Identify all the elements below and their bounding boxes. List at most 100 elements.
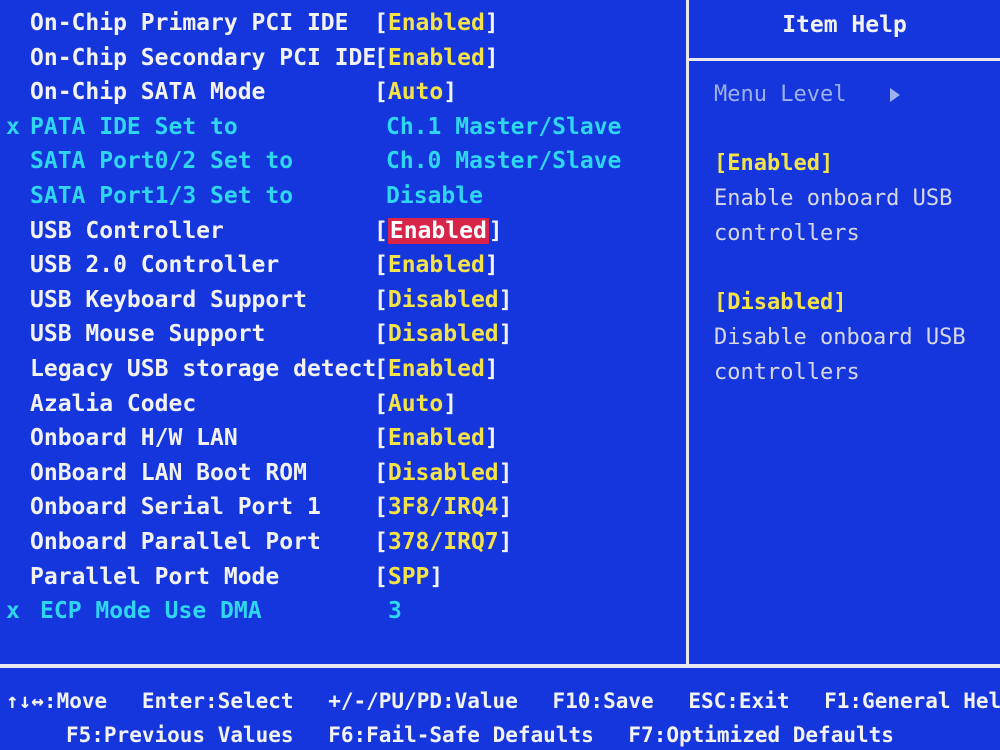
setting-row[interactable]: OnBoard LAN Boot ROM [Disabled] [0, 456, 686, 491]
bracket-left: [ [374, 390, 388, 417]
setting-row[interactable]: Onboard Parallel Port [378/IRQ7] [0, 525, 686, 560]
help-option: [Disabled] [714, 290, 847, 315]
setting-value-text[interactable]: Auto [388, 391, 443, 417]
setting-label: SATA Port1/3 Set to [30, 182, 294, 209]
bracket-left: [ [374, 459, 388, 486]
setting-value[interactable]: [Enabled] [374, 214, 503, 248]
setting-value[interactable]: [3F8/IRQ4] [374, 490, 513, 524]
setting-disabled-marker: x [6, 598, 20, 625]
setting-disabled-marker: x [6, 113, 20, 140]
setting-value-selected[interactable]: Enabled [387, 217, 489, 244]
setting-row[interactable]: Onboard Serial Port 1 [3F8/IRQ4] [0, 490, 686, 525]
setting-value[interactable]: [Enabled] [374, 248, 499, 282]
key-exit: ESC:Exit [688, 689, 790, 713]
setting-value: 3 [388, 598, 402, 625]
setting-value-text[interactable]: Enabled [388, 356, 485, 382]
setting-label: Azalia Codec [30, 390, 197, 417]
setting-label: Onboard Serial Port 1 [30, 494, 321, 521]
help-desc-line: Enable onboard USB [714, 186, 953, 211]
setting-row[interactable]: On-Chip SATA Mode [Auto] [0, 75, 686, 110]
setting-row[interactable]: USB Mouse Support [Disabled] [0, 317, 686, 352]
setting-label: Legacy USB storage detect [30, 355, 377, 382]
help-option: [Enabled] [714, 151, 834, 176]
setting-label: Onboard H/W LAN [30, 425, 238, 452]
setting-value: Disable [386, 182, 483, 209]
setting-label: USB 2.0 Controller [30, 252, 280, 279]
bracket-left: [ [374, 355, 388, 382]
bracket-left: [ [374, 563, 388, 590]
divider-vertical [686, 0, 689, 668]
item-help-title: Item Help [782, 12, 907, 38]
setting-row[interactable]: On-Chip Secondary PCI IDE [Enabled] [0, 41, 686, 76]
key-general-help: F1:General Help [824, 689, 1000, 713]
bracket-left: [ [374, 528, 388, 555]
setting-row[interactable]: On-Chip Primary PCI IDE [Enabled] [0, 6, 686, 41]
setting-value[interactable]: [SPP] [374, 560, 443, 594]
bracket-left: [ [374, 252, 388, 279]
key-save: F10:Save [552, 689, 654, 713]
setting-label: USB Mouse Support [30, 321, 266, 348]
setting-row[interactable]: USB Keyboard Support [Disabled] [0, 283, 686, 318]
setting-row: x ECP Mode Use DMA 3 [0, 594, 686, 629]
setting-value-text[interactable]: Disabled [388, 287, 499, 313]
key-move: ↑↓↔:Move [6, 689, 108, 713]
bracket-right: ] [498, 528, 513, 555]
bracket-right: ] [484, 425, 499, 452]
setting-value-text[interactable]: 3F8/IRQ4 [388, 494, 499, 520]
setting-row[interactable]: Parallel Port Mode [SPP] [0, 560, 686, 595]
bracket-right: ] [484, 355, 499, 382]
bracket-right: ] [488, 217, 503, 244]
setting-value-text[interactable]: 378/IRQ7 [388, 529, 499, 555]
setting-value-text[interactable]: Enabled [388, 252, 485, 278]
bracket-right: ] [498, 286, 513, 313]
setting-row[interactable]: Azalia Codec [Auto] [0, 387, 686, 422]
setting-value-text[interactable]: Disabled [388, 321, 499, 347]
menu-level: Menu Level [714, 82, 900, 107]
key-value: +/-/PU/PD:Value [328, 689, 518, 713]
bracket-left: [ [374, 494, 388, 521]
setting-row: x PATA IDE Set to Ch.1 Master/Slave [0, 110, 686, 145]
setting-value-text[interactable]: Disabled [388, 460, 499, 486]
setting-value-text[interactable]: Enabled [388, 10, 485, 36]
setting-value[interactable]: [Enabled] [374, 421, 499, 455]
setting-value[interactable]: [Disabled] [374, 317, 513, 351]
setting-value: Ch.1 Master/Slave [386, 113, 622, 140]
setting-value[interactable]: [378/IRQ7] [374, 525, 513, 559]
setting-label: On-Chip SATA Mode [30, 79, 266, 106]
setting-value-text[interactable]: Auto [388, 79, 443, 105]
setting-label: ECP Mode Use DMA [40, 598, 262, 625]
setting-label: USB Controller [30, 217, 224, 244]
bracket-right: ] [498, 494, 513, 521]
setting-value[interactable]: [Disabled] [374, 283, 513, 317]
key-select: Enter:Select [141, 689, 294, 713]
setting-row[interactable]: USB 2.0 Controller [Enabled] [0, 248, 686, 283]
bracket-right: ] [443, 390, 458, 417]
bios-screen: On-Chip Primary PCI IDE [Enabled] On-Chip … [0, 0, 1000, 750]
bracket-right: ] [498, 459, 513, 486]
key-fail-safe-defaults: F6:Fail-Safe Defaults [328, 723, 594, 747]
help-desc-line: controllers [714, 221, 860, 246]
setting-value-text[interactable]: SPP [388, 564, 430, 590]
setting-label: On-Chip Primary PCI IDE [30, 10, 349, 36]
help-block-disabled: [Disabled] Disable onboard USB controlle… [714, 285, 966, 390]
setting-label: Onboard Parallel Port [30, 528, 321, 555]
setting-label: SATA Port0/2 Set to [30, 148, 294, 175]
setting-value[interactable]: [Enabled] [374, 352, 499, 386]
divider-footer [0, 664, 1000, 668]
setting-value[interactable]: [Auto] [374, 387, 457, 421]
bracket-left: [ [374, 79, 388, 106]
help-block-enabled: [Enabled] Enable onboard USB controllers [714, 146, 952, 251]
menu-level-label: Menu Level [714, 82, 847, 107]
setting-row[interactable]: Legacy USB storage detect [Enabled] [0, 352, 686, 387]
setting-value-text[interactable]: Enabled [388, 425, 485, 451]
setting-row[interactable]: Onboard H/W LAN [Enabled] [0, 421, 686, 456]
setting-value-text[interactable]: Enabled [388, 45, 485, 71]
setting-row[interactable]: USB Controller [Enabled] [0, 214, 686, 249]
setting-label: OnBoard LAN Boot ROM [30, 459, 307, 486]
setting-value[interactable]: [Auto] [374, 75, 457, 109]
bracket-right: ] [429, 563, 444, 590]
bracket-right: ] [498, 321, 513, 348]
setting-value[interactable]: [Enabled] [374, 6, 499, 40]
setting-value[interactable]: [Enabled] [374, 41, 499, 75]
setting-value[interactable]: [Disabled] [374, 456, 513, 490]
